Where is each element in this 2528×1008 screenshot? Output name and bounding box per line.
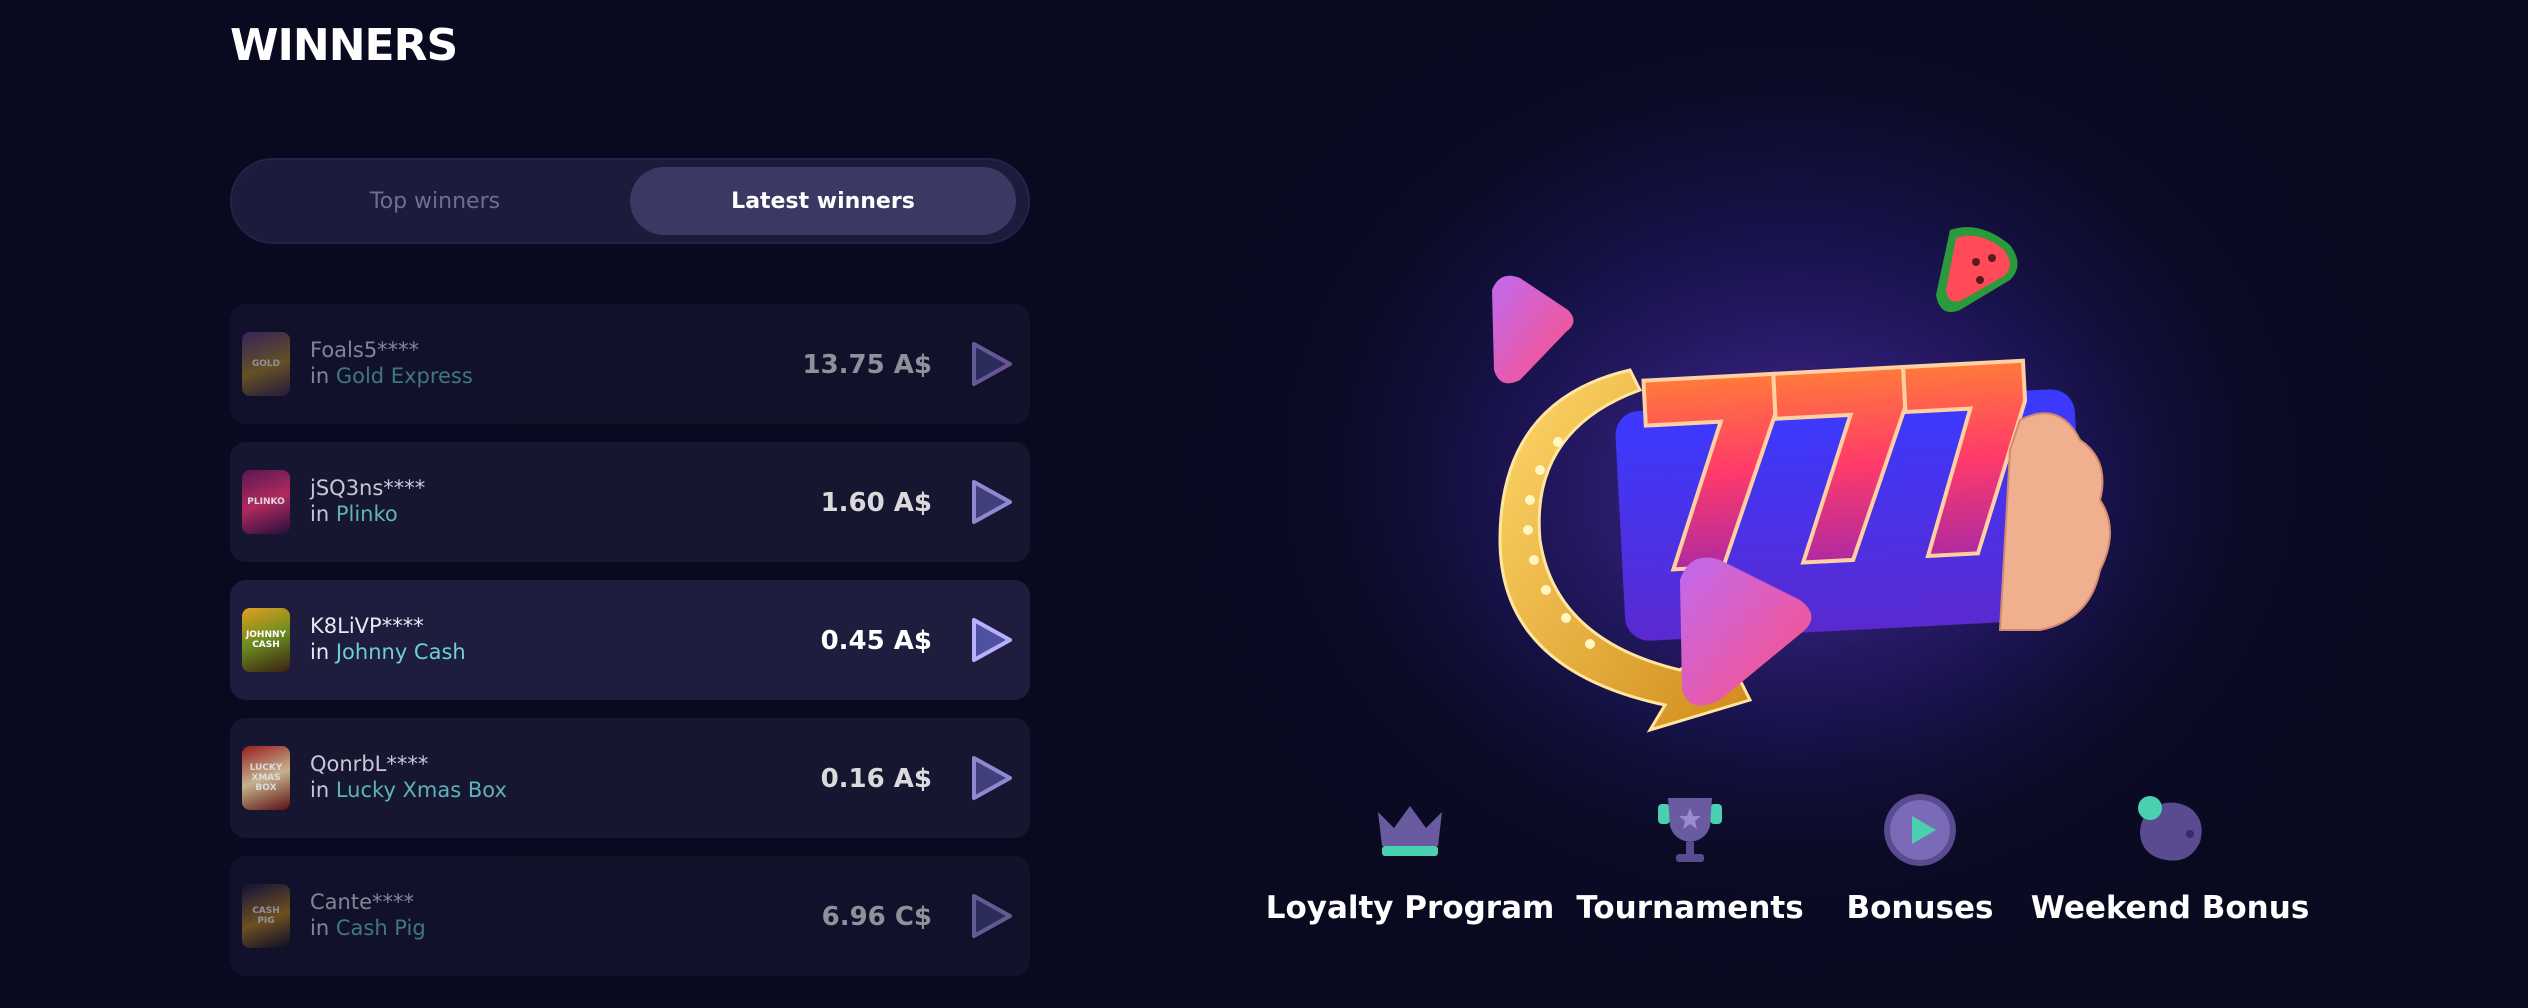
feature-loyalty-program[interactable]: Loyalty Program [1266, 790, 1554, 940]
winners-list: GOLD Foals5**** in Gold Express 13.75 A$… [230, 304, 1030, 994]
game-link[interactable]: Johnny Cash [336, 640, 466, 664]
game-link[interactable]: Plinko [336, 502, 398, 526]
winner-game-line: in Gold Express [310, 364, 473, 388]
winner-row[interactable]: LUCKY XMAS BOX QonrbL**** in Lucky Xmas … [230, 718, 1030, 838]
feature-links: Loyalty Program Tournaments Bonuses Week… [1266, 790, 2309, 940]
crown-icon [1378, 806, 1442, 856]
game-thumbnail[interactable]: PLINKO [242, 470, 290, 534]
winners-section: WINNERS Top winners Latest winners GOLD … [0, 0, 2528, 1008]
game-thumbnail[interactable]: JOHNNY CASH [242, 608, 290, 672]
win-amount: 0.16 A$ [820, 764, 932, 794]
win-amount: 6.96 C$ [821, 902, 932, 932]
winner-username: Cante**** [310, 890, 414, 914]
in-label: in [310, 640, 330, 664]
in-label: in [310, 916, 330, 940]
trophy-icon [1658, 798, 1722, 862]
feature-tournaments[interactable]: Tournaments [1576, 790, 1804, 940]
feature-bonuses[interactable]: Bonuses [1847, 790, 1994, 940]
winner-game-line: in Lucky Xmas Box [310, 778, 507, 802]
play-icon[interactable] [966, 476, 1016, 528]
winner-game-line: in Cash Pig [310, 916, 426, 940]
play-icon[interactable] [966, 752, 1016, 804]
in-label: in [310, 778, 330, 802]
play-icon[interactable] [966, 338, 1016, 390]
blob-icon [2138, 796, 2202, 861]
winner-username: QonrbL**** [310, 752, 429, 776]
winner-row[interactable]: CASH PIG Cante**** in Cash Pig 6.96 C$ [230, 856, 1030, 976]
game-thumbnail[interactable]: LUCKY XMAS BOX [242, 746, 290, 810]
win-amount: 0.45 A$ [820, 626, 932, 656]
winner-game-line: in Johnny Cash [310, 640, 466, 664]
winners-tabs: Top winners Latest winners [230, 158, 1030, 244]
winner-row[interactable]: PLINKO jSQ3ns**** in Plinko 1.60 A$ [230, 442, 1030, 562]
tab-latest-winners[interactable]: Latest winners [630, 167, 1016, 235]
winner-username: K8LiVP**** [310, 614, 424, 638]
game-thumbnail[interactable]: CASH PIG [242, 884, 290, 948]
play-icon[interactable] [966, 614, 1016, 666]
winner-username: Foals5**** [310, 338, 420, 362]
in-label: in [310, 502, 330, 526]
winner-row[interactable]: GOLD Foals5**** in Gold Express 13.75 A$ [230, 304, 1030, 424]
play-coin-icon [1884, 794, 1956, 866]
play-icon[interactable] [966, 890, 1016, 942]
page-title: WINNERS [230, 20, 458, 71]
winner-row[interactable]: JOHNNY CASH K8LiVP**** in Johnny Cash 0.… [230, 580, 1030, 700]
slot-777-illustration [1420, 220, 2180, 760]
game-link[interactable]: Cash Pig [336, 916, 426, 940]
feature-weekend-bonus[interactable]: Weekend Bonus [2031, 790, 2309, 940]
game-link[interactable]: Lucky Xmas Box [336, 778, 507, 802]
winner-username: jSQ3ns**** [310, 476, 426, 500]
tab-top-winners[interactable]: Top winners [242, 167, 628, 235]
win-amount: 1.60 A$ [820, 488, 932, 518]
game-link[interactable]: Gold Express [336, 364, 473, 388]
in-label: in [310, 364, 330, 388]
game-thumbnail[interactable]: GOLD [242, 332, 290, 396]
win-amount: 13.75 A$ [802, 350, 932, 380]
winner-game-line: in Plinko [310, 502, 398, 526]
